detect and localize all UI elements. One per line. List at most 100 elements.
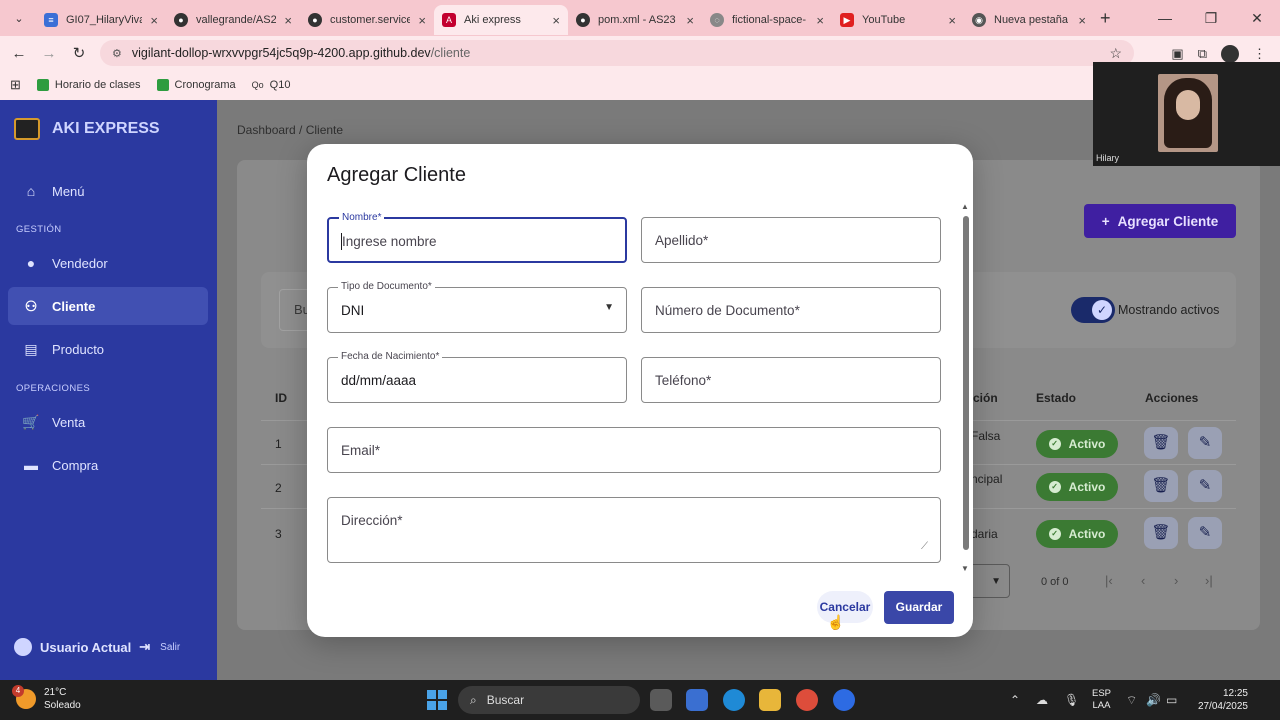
language-indicator[interactable]: ESP LAA [1092,688,1111,712]
logout-icon[interactable]: ⇥ [139,639,150,655]
edge-icon[interactable] [723,689,745,711]
sidebar-item-menu[interactable]: ⌂ Menú [8,172,208,210]
zoom-icon[interactable] [833,689,855,711]
next-page-icon[interactable]: › [1174,573,1178,588]
url-field[interactable]: ⚙ vigilant-dollop-wrxvvpgr54jc5q9p-4200.… [100,40,1134,66]
sidebar-item-compra[interactable]: ▬ Compra [8,446,208,484]
tab-search-button[interactable]: ⌄ [6,6,32,30]
more-menu-icon[interactable]: ⋮ [1253,46,1266,62]
close-window-icon[interactable]: ✕ [1234,10,1280,27]
sidebar-item-cliente[interactable]: ⚇ Cliente [8,287,208,325]
close-icon[interactable]: × [1078,13,1086,28]
bookmark-horario[interactable]: Horario de clases [36,79,141,91]
sidebar-item-producto[interactable]: ▤ Producto [8,330,208,368]
save-button[interactable]: Guardar [884,591,954,624]
browser-tab-7[interactable]: ▶ YouTube × [832,5,964,35]
resize-handle-icon[interactable]: ⟋ [921,541,928,552]
fecha-nacimiento-value: dd/mm/aaaa [341,373,417,388]
first-page-icon[interactable]: |‹ [1105,573,1113,588]
plus-icon: + [1101,213,1110,229]
system-clock[interactable]: 12:25 27/04/2025 [1198,687,1248,713]
email-label: Email* [341,443,381,458]
close-icon[interactable]: × [552,13,560,28]
apps-grid-icon[interactable]: ⊞ [10,77,21,93]
tray-expand-icon[interactable]: ⌃ [1010,693,1020,707]
chrome-icon[interactable] [796,689,818,711]
battery-icon[interactable]: ▭ [1166,693,1177,707]
sidebar-item-venta[interactable]: 🛒 Venta [8,403,208,441]
delete-button[interactable]: 🗑 [1144,470,1178,502]
close-icon[interactable]: × [686,13,694,28]
email-field[interactable]: Email* [327,427,941,473]
dropdown-arrow-icon: ▼ [604,302,614,313]
microphone-icon[interactable]: 🎙 [1064,693,1079,707]
edit-button[interactable]: ✎ [1188,427,1222,459]
fecha-nacimiento-field[interactable]: Fecha de Nacimiento* dd/mm/aaaa [327,351,627,403]
browser-tab-8[interactable]: ◉ Nueva pestaña × [964,5,1094,35]
close-icon[interactable]: × [816,13,824,28]
task-view-icon[interactable] [650,689,672,711]
delete-button[interactable]: 🗑 [1144,427,1178,459]
cancel-button[interactable]: Cancelar [817,591,873,623]
active-toggle[interactable]: ✓ [1071,297,1115,323]
file-explorer-icon[interactable] [759,689,781,711]
browser-tab-active[interactable]: A Aki express × [434,5,568,35]
close-icon[interactable]: × [948,13,956,28]
tipo-documento-select[interactable]: Tipo de Documento* DNI ▼ [327,281,627,333]
add-client-button[interactable]: + Agregar Cliente [1084,204,1236,238]
dialog-scroll-thumb[interactable] [963,216,969,550]
sidebar-item-vendedor[interactable]: ● Vendedor [8,244,208,282]
pager-range: 0 of 0 [1041,576,1069,588]
close-icon[interactable]: × [284,13,292,28]
toggle-label: Mostrando activos [1118,303,1220,317]
bookmark-cronograma[interactable]: Cronograma [156,79,236,91]
bookmark-q10[interactable]: Qo Q10 [252,79,291,91]
browser-tab-1[interactable]: ≡ GI07_HilaryVivan × [36,5,166,35]
numero-documento-field[interactable]: Número de Documento* [641,287,941,333]
taskbar-search[interactable]: ⌕ Buscar [458,686,640,714]
direccion-field[interactable]: Dirección* ⟋ [327,497,941,563]
extension-icon[interactable]: ▣ [1171,46,1183,62]
column-header-estado: Estado [1036,391,1077,405]
bookmark-star-icon[interactable]: ☆ [1109,45,1122,62]
minimize-icon[interactable]: — [1142,10,1188,26]
puzzle-icon[interactable]: ⧉ [1198,46,1207,62]
edit-button[interactable]: ✎ [1188,517,1222,549]
home-icon: ⌂ [26,183,36,199]
onedrive-icon[interactable]: ☁ [1036,693,1048,707]
bookmark-label: Q10 [269,79,291,91]
maximize-icon[interactable]: ❐ [1188,10,1234,27]
close-icon[interactable]: × [150,13,158,28]
browser-tab-5[interactable]: ● pom.xml - AS23 × [568,5,702,35]
apellido-field[interactable]: Apellido* [641,217,941,263]
prev-page-icon[interactable]: ‹ [1141,573,1145,588]
delete-button[interactable]: 🗑 [1144,517,1178,549]
telefono-field[interactable]: Teléfono* [641,357,941,403]
last-page-icon[interactable]: ›| [1205,573,1213,588]
nombre-field[interactable]: Nombre* Ingrese nombre [327,212,627,263]
wifi-icon[interactable]: ⌔ [1126,693,1137,708]
scroll-down-icon[interactable]: ▼ [961,564,969,573]
close-icon[interactable]: × [418,13,426,28]
edit-button[interactable]: ✎ [1188,470,1222,502]
breadcrumb: Dashboard / Cliente [237,123,344,137]
browser-tab-3[interactable]: ● customer.service × [300,5,434,35]
forward-icon[interactable]: → [34,45,64,62]
logout-button[interactable]: Salir [160,642,180,653]
new-tab-button[interactable]: + [1100,8,1111,29]
nombre-label: Nombre* [339,212,385,223]
reload-icon[interactable]: ↻ [64,44,94,62]
profile-avatar[interactable] [1221,45,1239,63]
site-info-icon[interactable]: ⚙ [112,47,122,60]
back-icon[interactable]: ← [4,45,34,62]
brand-logo [14,118,40,140]
browser-tab-6[interactable]: ◌ fictional-space- × [702,5,832,35]
store-icon[interactable] [686,689,708,711]
taskbar-search-label: Buscar [486,693,525,707]
scroll-up-icon[interactable]: ▲ [961,202,969,211]
weather-widget[interactable]: 4 21°C Soleado [12,685,81,712]
browser-tab-2[interactable]: ● vallegrande/AS2 × [166,5,300,35]
sidebar: AKI EXPRESS ⌂ Menú GESTIÓN ● Vendedor ⚇ … [0,100,217,680]
windows-start-icon[interactable] [427,690,447,710]
volume-icon[interactable]: 🔊 [1146,693,1161,707]
